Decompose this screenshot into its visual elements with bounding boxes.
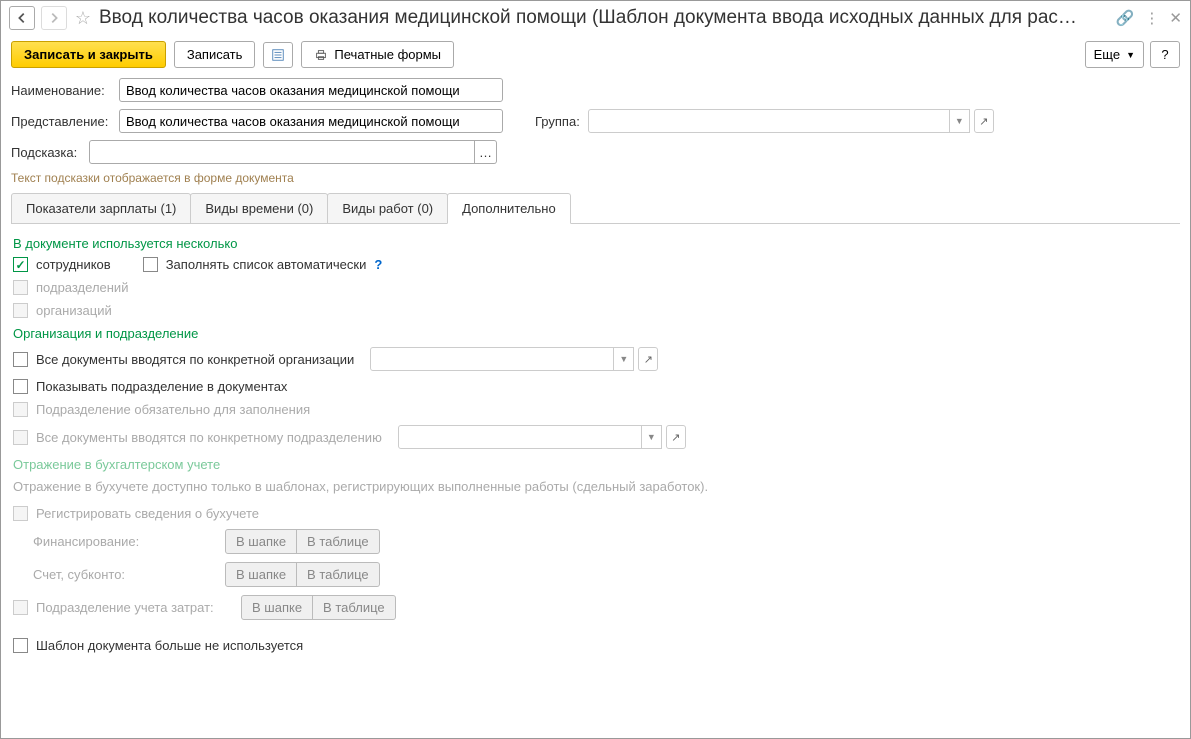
nav-forward-button[interactable] [41, 6, 67, 30]
register-accounting-label: Регистрировать сведения о бухучете [36, 506, 259, 521]
org-dropdown-button[interactable]: ▼ [614, 347, 634, 371]
autofill-help-icon[interactable]: ? [374, 257, 382, 272]
dept-required-checkbox [13, 402, 28, 417]
name-label: Наименование: [11, 83, 119, 98]
dept-required-label: Подразделение обязательно для заполнения [36, 402, 310, 417]
all-docs-dept-label: Все документы вводятся по конкретному по… [36, 430, 382, 445]
name-input[interactable] [119, 78, 503, 102]
hint-input[interactable] [89, 140, 475, 164]
not-used-label: Шаблон документа больше не используется [36, 638, 303, 653]
orgs-label: организаций [36, 303, 112, 318]
org-select[interactable] [370, 347, 614, 371]
help-button[interactable]: ? [1150, 41, 1180, 68]
favorite-icon[interactable]: ☆ [73, 8, 93, 28]
tab-bar: Показатели зарплаты (1) Виды времени (0)… [11, 193, 1180, 224]
tab-additional[interactable]: Дополнительно [447, 193, 571, 224]
show-dept-checkbox[interactable] [13, 379, 28, 394]
link-icon[interactable]: 🔗 [1116, 9, 1135, 27]
accounting-info: Отражение в бухучете доступно только в ш… [13, 478, 1178, 496]
hint-info: Текст подсказки отображается в форме док… [11, 171, 1180, 185]
dept-open-button: ↗ [666, 425, 686, 449]
financing-label: Финансирование: [13, 534, 213, 549]
window-title: Ввод количества часов оказания медицинск… [99, 7, 1110, 29]
dept-cost-checkbox [13, 600, 28, 615]
nav-back-button[interactable] [9, 6, 35, 30]
account-label: Счет, субконто: [13, 567, 213, 582]
employees-label: сотрудников [36, 257, 111, 272]
print-button[interactable]: Печатные формы [301, 41, 454, 68]
chevron-down-icon: ▼ [1126, 50, 1135, 60]
group-label: Группа: [535, 114, 588, 129]
group-open-button[interactable]: ↗ [974, 109, 994, 133]
view-input[interactable] [119, 109, 503, 133]
autofill-checkbox[interactable] [143, 257, 158, 272]
save-button[interactable]: Записать [174, 41, 256, 68]
group-select[interactable] [588, 109, 950, 133]
dept-cost-label: Подразделение учета затрат: [36, 600, 233, 615]
section-accounting: Отражение в бухгалтерском учете [13, 457, 1178, 472]
departments-label: подразделений [36, 280, 128, 295]
account-toggle: В шапке В таблице [225, 562, 380, 587]
not-used-checkbox[interactable] [13, 638, 28, 653]
show-dept-label: Показывать подразделение в документах [36, 379, 287, 394]
hint-label: Подсказка: [11, 145, 89, 160]
tab-time-types[interactable]: Виды времени (0) [190, 193, 328, 223]
tab-work-types[interactable]: Виды работ (0) [327, 193, 448, 223]
close-icon[interactable]: ✕ [1169, 9, 1182, 27]
dept-dropdown-button: ▼ [642, 425, 662, 449]
tab-indicators[interactable]: Показатели зарплаты (1) [11, 193, 191, 223]
dept-cost-toggle: В шапке В таблице [241, 595, 396, 620]
all-docs-org-label: Все документы вводятся по конкретной орг… [36, 352, 354, 367]
org-open-button[interactable]: ↗ [638, 347, 658, 371]
departments-checkbox [13, 280, 28, 295]
autofill-label: Заполнять список автоматически [166, 257, 367, 272]
all-docs-dept-checkbox [13, 430, 28, 445]
view-label: Представление: [11, 114, 119, 129]
section-multiple: В документе используется несколько [13, 236, 1178, 251]
orgs-checkbox [13, 303, 28, 318]
financing-toggle: В шапке В таблице [225, 529, 380, 554]
menu-icon[interactable]: ⋮ [1144, 9, 1159, 27]
hint-ellipsis-button[interactable]: … [475, 140, 497, 164]
dept-select [398, 425, 642, 449]
more-button[interactable]: Еще ▼ [1085, 41, 1144, 68]
group-dropdown-button[interactable]: ▼ [950, 109, 970, 133]
list-icon-button[interactable] [263, 42, 293, 68]
register-accounting-checkbox [13, 506, 28, 521]
all-docs-org-checkbox[interactable] [13, 352, 28, 367]
save-close-button[interactable]: Записать и закрыть [11, 41, 166, 68]
employees-checkbox[interactable] [13, 257, 28, 272]
section-org: Организация и подразделение [13, 326, 1178, 341]
